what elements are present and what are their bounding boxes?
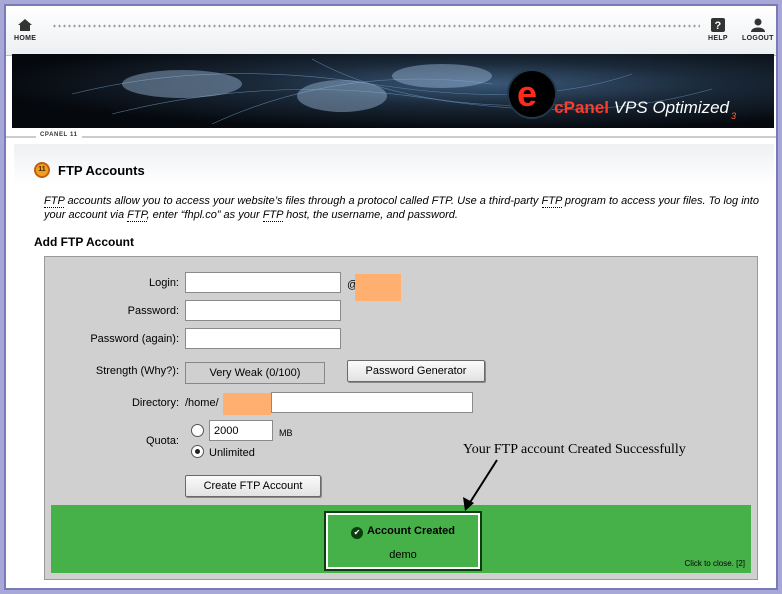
annotation-arrow-icon xyxy=(463,459,498,511)
browser-frame: HOME ? HELP LOGOUT e cPanel VPS Optimize… xyxy=(4,4,778,590)
